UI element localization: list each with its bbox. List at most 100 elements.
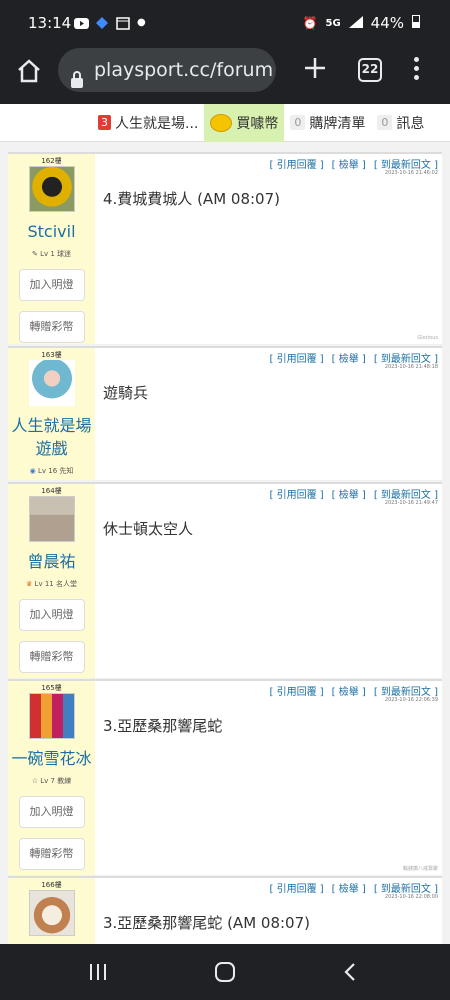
- tab-count-button[interactable]: 22: [358, 58, 382, 82]
- post-actions: [ 引用回覆 ][ 檢舉 ][ 到最新回文 ]: [261, 156, 438, 171]
- gift-coins-button[interactable]: 轉贈彩幣: [18, 641, 85, 673]
- forum-thread: 162樓 Stcivil ✎ Lv 1 球迷 加入明燈 轉贈彩幣 [ 引用回覆 …: [0, 142, 450, 944]
- post-body: [ 引用回覆 ][ 檢舉 ][ 到最新回文 ] 2023-10-16 21:49…: [95, 484, 442, 678]
- nav-messages-label: 訊息: [396, 115, 425, 132]
- floor-number: 163樓: [41, 351, 62, 359]
- post-text: 3.亞歷桑那響尾蛇 (AM 08:07): [103, 914, 310, 932]
- post-actions: [ 引用回覆 ][ 檢舉 ][ 到最新回文 ]: [261, 880, 438, 895]
- gift-coins-button[interactable]: 轉贈彩幣: [18, 838, 85, 870]
- signal-icon: [348, 14, 363, 32]
- avatar[interactable]: [28, 360, 75, 406]
- dot-icon: ●: [137, 17, 146, 28]
- nav-user[interactable]: 3 人生就是場...: [92, 104, 204, 142]
- forum-post: 165樓 一碗雪花冰 ☆ Lv 7 教練 加入明燈 轉贈彩幣 [ 引用回覆 ] […: [8, 679, 442, 875]
- report-link[interactable]: [ 檢舉 ]: [332, 160, 366, 171]
- post-text: 休士頓太空人: [103, 520, 194, 538]
- floor-number: 162樓: [41, 157, 62, 165]
- network-label: 5G: [325, 17, 341, 29]
- coin-icon: [210, 113, 233, 132]
- user-level: ✎ Lv 1 球迷: [31, 250, 72, 258]
- app-icon: [95, 16, 110, 29]
- new-tab-icon[interactable]: [302, 55, 328, 81]
- report-link[interactable]: [ 檢舉 ]: [332, 354, 366, 365]
- user-level-text: Lv 16 先知: [37, 467, 74, 475]
- user-badge: 3: [98, 115, 111, 130]
- user-level-text: Lv 7 教練: [40, 777, 72, 785]
- messages-badge: 0: [377, 115, 393, 130]
- post-sidebar: 164樓 曾晨祐 ♛ Lv 11 名人堂 加入明燈 轉贈彩幣: [8, 484, 95, 678]
- forum-post: 163樓 人生就是場遊戲 ◉ Lv 16 先知 [ 引用回覆 ][ 檢舉 ][ …: [8, 346, 442, 480]
- status-bar: 13:14 ● ⏰ 5G 44%: [0, 0, 450, 48]
- avatar[interactable]: [28, 890, 75, 936]
- post-time: 2023-10-16 22:06:39: [384, 697, 438, 703]
- user-level: ♛ Lv 11 名人堂: [26, 580, 77, 588]
- post-text: 4.費城費城人 (AM 08:07): [103, 190, 280, 208]
- post-actions: [ 引用回覆 ][ 檢舉 ][ 到最新回文 ]: [261, 350, 438, 365]
- nav-buy-coins[interactable]: 買噱幣: [204, 103, 285, 142]
- system-nav-bar: [0, 944, 450, 1000]
- user-level: ☆ Lv 7 教練: [31, 777, 72, 785]
- quote-reply-link[interactable]: [ 引用回覆 ]: [269, 354, 323, 365]
- user-level-text: Lv 11 名人堂: [34, 580, 77, 588]
- post-text: 3.亞歷桑那響尾蛇: [103, 717, 223, 735]
- follow-button[interactable]: 加入明燈: [18, 599, 85, 631]
- quote-reply-link[interactable]: [ 引用回覆 ]: [269, 687, 323, 698]
- user-level-text: Lv 1 球迷: [40, 250, 72, 258]
- nav-user-label: 人生就是場...: [115, 115, 199, 132]
- username[interactable]: 曾晨祐: [8, 550, 95, 573]
- floor-number: 166樓: [41, 881, 62, 889]
- url-text: playsport.cc/forum: [94, 59, 274, 81]
- post-text: 遊騎兵: [103, 384, 149, 402]
- nav-buy-coins-label: 買噱幣: [236, 115, 279, 132]
- post-time: 2023-10-16 21:46:02: [384, 170, 438, 176]
- notification-icons: ●: [74, 16, 146, 30]
- post-signature: 輸錢廣八戒靠聚: [402, 866, 438, 872]
- browser-icon: [116, 16, 131, 30]
- home-icon[interactable]: [16, 58, 42, 84]
- report-link[interactable]: [ 檢舉 ]: [332, 687, 366, 698]
- post-body: [ 引用回覆 ][ 檢舉 ][ 到最新回文 ] 2023-10-16 22:08…: [95, 878, 442, 944]
- report-link[interactable]: [ 檢舉 ]: [332, 490, 366, 501]
- post-sidebar: 163樓 人生就是場遊戲 ◉ Lv 16 先知: [8, 348, 95, 480]
- quote-reply-link[interactable]: [ 引用回覆 ]: [269, 490, 323, 501]
- avatar[interactable]: [28, 693, 75, 739]
- quote-reply-link[interactable]: [ 引用回覆 ]: [269, 160, 323, 171]
- avatar[interactable]: [28, 166, 75, 212]
- post-body: [ 引用回覆 ][ 檢舉 ][ 到最新回文 ] 2023-10-16 21:46…: [95, 154, 442, 344]
- lock-icon: [70, 61, 84, 88]
- post-sidebar: 162樓 Stcivil ✎ Lv 1 球迷 加入明燈 轉贈彩幣: [8, 154, 95, 344]
- recent-apps-icon[interactable]: [88, 962, 108, 986]
- follow-button[interactable]: 加入明燈: [18, 269, 85, 301]
- battery-icon: [412, 14, 420, 32]
- username[interactable]: 一碗雪花冰: [8, 747, 95, 770]
- avatar[interactable]: [28, 496, 75, 542]
- quote-reply-link[interactable]: [ 引用回覆 ]: [269, 884, 323, 895]
- user-level: ◉ Lv 16 先知: [29, 467, 74, 475]
- back-icon[interactable]: [342, 962, 358, 986]
- post-body: [ 引用回覆 ][ 檢舉 ][ 到最新回文 ] 2023-10-16 22:06…: [95, 681, 442, 875]
- post-actions: [ 引用回覆 ][ 檢舉 ][ 到最新回文 ]: [261, 486, 438, 501]
- site-top-nav: 3 人生就是場... 買噱幣 0 購牌清單 0 訊息: [0, 103, 450, 142]
- gift-coins-button[interactable]: 轉贈彩幣: [18, 311, 85, 343]
- browser-toolbar: playsport.cc/forum 22: [0, 48, 450, 104]
- youtube-icon: [74, 16, 89, 29]
- more-menu-icon[interactable]: [412, 54, 420, 84]
- post-time: 2023-10-16 22:08:00: [384, 894, 438, 900]
- post-time: 2023-10-16 21:48:18: [384, 364, 438, 370]
- username[interactable]: 人生就是場遊戲: [8, 414, 95, 460]
- follow-button[interactable]: 加入明燈: [18, 796, 85, 828]
- report-link[interactable]: [ 檢舉 ]: [332, 884, 366, 895]
- forum-post: 164樓 曾晨祐 ♛ Lv 11 名人堂 加入明燈 轉贈彩幣 [ 引用回覆 ] […: [8, 482, 442, 678]
- post-signature: Glorious: [417, 335, 438, 341]
- floor-number: 165樓: [41, 684, 62, 692]
- nav-messages[interactable]: 0 訊息: [371, 104, 430, 142]
- forum-post: 166樓 [ 引用回覆 ][ 檢舉 ][ 到最新回文 ] 2023-10-16 …: [8, 876, 442, 944]
- post-time: 2023-10-16 21:49:47: [384, 500, 438, 506]
- nav-cart[interactable]: 0 購牌清單: [284, 104, 371, 142]
- battery-percent: 44%: [370, 14, 404, 32]
- forum-post: 162樓 Stcivil ✎ Lv 1 球迷 加入明燈 轉贈彩幣 [ 引用回覆 …: [8, 152, 442, 344]
- address-bar[interactable]: playsport.cc/forum: [58, 48, 276, 92]
- home-nav-icon[interactable]: [214, 962, 236, 986]
- username[interactable]: Stcivil: [8, 220, 95, 243]
